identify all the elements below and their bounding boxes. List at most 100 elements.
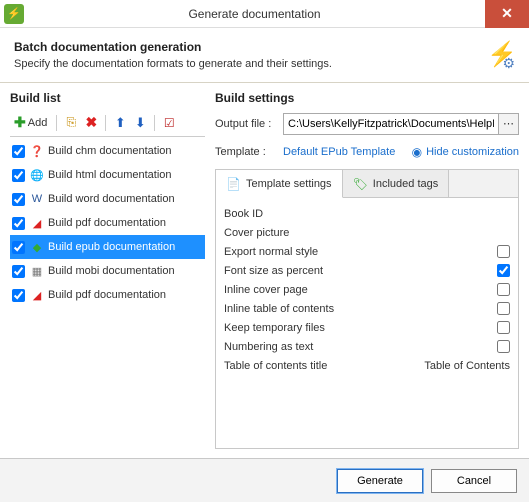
tab-template-settings-label: Template settings <box>246 178 332 190</box>
build-item-label: Build html documentation <box>48 169 172 181</box>
build-item[interactable]: ◢ Build pdf documentation <box>10 211 205 235</box>
move-up-button[interactable]: ⬆ <box>111 114 129 132</box>
output-file-label: Output file : <box>215 118 283 130</box>
setting-row: Export normal style <box>224 242 510 261</box>
setting-checkbox[interactable] <box>497 302 510 315</box>
setting-label: Inline table of contents <box>224 303 497 315</box>
document-icon: 📄 <box>226 177 241 191</box>
tabs-header: 📄 Template settings 🏷 Included tags <box>216 170 518 198</box>
generate-button[interactable]: Generate <box>337 469 423 493</box>
setting-label: Cover picture <box>224 227 510 239</box>
template-settings-body: Book ID Cover picture Export normal style F… <box>216 198 518 381</box>
build-item[interactable]: ▦ Build mobi documentation <box>10 259 205 283</box>
header: Batch documentation generation Specify t… <box>0 28 529 83</box>
check-all-button[interactable]: ☑ <box>160 114 178 132</box>
build-settings-title: Build settings <box>215 91 519 105</box>
template-link[interactable]: Default EPub Template <box>283 146 395 158</box>
setting-row: Table of contents titleTable of Contents <box>224 356 510 375</box>
build-item[interactable]: W Build word documentation <box>10 187 205 211</box>
template-label: Template : <box>215 146 283 158</box>
doc-type-icon: ❓ <box>30 144 44 158</box>
close-button[interactable]: ✕ <box>485 0 529 28</box>
setting-checkbox[interactable] <box>497 283 510 296</box>
dialog-footer: Generate Cancel <box>0 458 529 502</box>
output-file-box: ⋯ <box>283 113 519 135</box>
build-list-toolbar: ✚ Add ⎘ ✖ ⬆ ⬇ ☑ <box>10 113 205 137</box>
hide-customization-label: Hide customization <box>426 146 519 158</box>
setting-label: Table of contents title <box>224 360 424 372</box>
tag-icon: 🏷 <box>353 177 368 191</box>
output-file-input[interactable] <box>284 118 498 130</box>
arrow-up-icon: ⬆ <box>115 115 126 131</box>
setting-row: Numbering as text <box>224 337 510 356</box>
setting-label: Keep temporary files <box>224 322 497 334</box>
doc-type-icon: ◆ <box>30 240 44 254</box>
build-item-checkbox[interactable] <box>12 145 25 158</box>
build-item-label: Build mobi documentation <box>48 265 175 277</box>
build-item-label: Build chm documentation <box>48 145 172 157</box>
setting-checkbox[interactable] <box>497 340 510 353</box>
build-item[interactable]: ◆ Build epub documentation <box>10 235 205 259</box>
doc-type-icon: ◢ <box>30 216 44 230</box>
duplicate-button[interactable]: ⎘ <box>62 114 80 132</box>
delete-button[interactable]: ✖ <box>82 114 100 132</box>
arrow-down-icon: ⬇ <box>135 115 146 131</box>
setting-row: Inline table of contents <box>224 299 510 318</box>
setting-label: Export normal style <box>224 246 497 258</box>
doc-type-icon: ▦ <box>30 264 44 278</box>
titlebar: ⚡ Generate documentation ✕ <box>0 0 529 28</box>
setting-row: Keep temporary files <box>224 318 510 337</box>
setting-row: Inline cover page <box>224 280 510 299</box>
separator <box>56 115 57 131</box>
add-label: Add <box>28 117 48 129</box>
plus-icon: ✚ <box>14 114 26 131</box>
setting-checkbox[interactable] <box>497 321 510 334</box>
setting-label: Numbering as text <box>224 341 497 353</box>
tab-template-settings[interactable]: 📄 Template settings <box>216 170 343 198</box>
app-icon: ⚡ <box>4 4 24 24</box>
doc-type-icon: ◢ <box>30 288 44 302</box>
separator <box>154 115 155 131</box>
hide-customization-link[interactable]: ◉ Hide customization <box>412 145 519 159</box>
add-button[interactable]: ✚ Add <box>10 114 51 131</box>
header-title: Batch documentation generation <box>14 40 483 54</box>
build-item-checkbox[interactable] <box>12 265 25 278</box>
setting-row: Book ID <box>224 204 510 223</box>
build-item[interactable]: ◢ Build pdf documentation <box>10 283 205 307</box>
setting-row: Font size as percent <box>224 261 510 280</box>
setting-checkbox[interactable] <box>497 245 510 258</box>
build-item-checkbox[interactable] <box>12 217 25 230</box>
build-item-label: Build epub documentation <box>48 241 175 253</box>
doc-type-icon: 🌐 <box>30 168 44 182</box>
build-list-title: Build list <box>10 91 205 105</box>
setting-checkbox[interactable] <box>497 264 510 277</box>
build-item-label: Build word documentation <box>48 193 175 205</box>
duplicate-icon: ⎘ <box>67 115 77 130</box>
build-item[interactable]: ❓ Build chm documentation <box>10 139 205 163</box>
gear-icon: ⚙ <box>502 55 515 72</box>
doc-type-icon: W <box>30 192 44 206</box>
build-item-checkbox[interactable] <box>12 193 25 206</box>
collapse-icon: ◉ <box>412 145 422 159</box>
setting-value: Table of Contents <box>424 360 510 372</box>
build-item[interactable]: 🌐 Build html documentation <box>10 163 205 187</box>
setting-label: Inline cover page <box>224 284 497 296</box>
build-item-checkbox[interactable] <box>12 241 25 254</box>
build-item-label: Build pdf documentation <box>48 217 166 229</box>
tab-included-tags-label: Included tags <box>373 178 438 190</box>
check-icon: ☑ <box>164 116 175 130</box>
output-file-browse-button[interactable]: ⋯ <box>498 114 518 134</box>
move-down-button[interactable]: ⬇ <box>131 114 149 132</box>
build-item-checkbox[interactable] <box>12 169 25 182</box>
header-icon: ⚡ ⚙ <box>483 40 515 72</box>
setting-label: Font size as percent <box>224 265 497 277</box>
window-title: Generate documentation <box>24 7 485 21</box>
tab-included-tags[interactable]: 🏷 Included tags <box>343 170 450 197</box>
build-item-label: Build pdf documentation <box>48 289 166 301</box>
header-subtitle: Specify the documentation formats to gen… <box>14 58 483 70</box>
setting-row: Cover picture <box>224 223 510 242</box>
delete-icon: ✖ <box>85 114 97 131</box>
setting-label: Book ID <box>224 208 510 220</box>
cancel-button[interactable]: Cancel <box>431 469 517 493</box>
build-item-checkbox[interactable] <box>12 289 25 302</box>
